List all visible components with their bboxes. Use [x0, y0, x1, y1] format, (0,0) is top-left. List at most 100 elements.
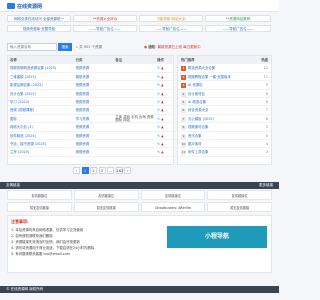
- row-name[interactable]: 图标: [8, 115, 76, 122]
- friend-link[interactable]: 暂无友情链接: [7, 202, 72, 212]
- sidebar-item[interactable]: 8 视频素材合集 5: [178, 123, 271, 132]
- row-name[interactable]: 影视后期合集 (2025): [8, 81, 76, 88]
- edit-icon[interactable]: ✎: [157, 92, 160, 96]
- table-row[interactable]: 音频 (视频课程) 视频资源 ✎ ▲: [8, 106, 173, 115]
- friend-link[interactable]: Ghostbusters: Afterlife: [140, 202, 206, 212]
- sidebar-item[interactable]: 7 办公模板 (2025) 6: [178, 115, 271, 124]
- sidebar-header: 热门推荐 热度: [178, 56, 271, 65]
- page-button[interactable]: …: [107, 167, 114, 174]
- row-name[interactable]: 学习 (2023): [8, 98, 76, 105]
- table-row[interactable]: 影视后期合集 (2025) 视频资源 ✎ ▲: [8, 81, 173, 90]
- table-row[interactable]: 视频剪辑精选资源合集 (2025) 视频资源 ✎ ▲: [8, 64, 173, 73]
- site-logo[interactable]: 在线资源网: [17, 3, 42, 10]
- page-button[interactable]: 2: [90, 167, 97, 174]
- table-row[interactable]: 网络大礼包 (1) 视频资源 ✎ ▲: [8, 123, 173, 132]
- banner-ad[interactable]: 小程导航: [167, 226, 267, 248]
- top-link-4[interactable]: **资源网站推荐: [205, 15, 271, 22]
- edit-icon[interactable]: ✎: [157, 142, 160, 146]
- row-category[interactable]: 视频资源: [76, 140, 116, 147]
- top-link-3[interactable]: 万能导航·网站大全: [139, 15, 203, 22]
- table-row[interactable]: 图标 学习资源 立体 游戏 手机 出海 资源 图标 网站 ✎ ▲: [8, 115, 173, 124]
- second-link-3[interactable]: ——导航广告位——: [139, 25, 203, 32]
- second-link-4[interactable]: ——导航广告位——: [205, 25, 271, 32]
- row-category[interactable]: 视频资源: [76, 132, 116, 139]
- sidebar-item-label[interactable]: 精选资源大全合集: [188, 66, 215, 70]
- sidebar-item[interactable]: 11 软件工具合集 3: [178, 148, 271, 157]
- friend-link[interactable]: 友情链接位: [140, 190, 206, 200]
- table-row[interactable]: 兰亭 (2025) 视频资源 ✎ ▲: [8, 148, 173, 157]
- row-desc: [115, 64, 157, 71]
- second-link-1[interactable]: 视频资源库·完整导航: [7, 25, 71, 32]
- friend-link[interactable]: 友情链接位: [7, 190, 72, 200]
- table-row[interactable]: 学习 (2023) 视频资源 ✎ ▲: [8, 98, 173, 107]
- row-category[interactable]: 视频资源: [76, 64, 116, 71]
- second-link-2[interactable]: ——导航广告位——: [73, 25, 137, 32]
- friend-link[interactable]: 暂无友情链接: [207, 202, 272, 212]
- row-desc: [115, 90, 157, 97]
- sidebar-item[interactable]: 2 视频教程合集 一套·完整版本 11: [178, 73, 271, 82]
- table-row[interactable]: 书法、楷书资源 (2025) 视频资源 ✎ ▲: [8, 140, 173, 149]
- row-name[interactable]: 书法、楷书资源 (2025): [8, 140, 76, 147]
- search-button[interactable]: 搜索: [58, 43, 72, 51]
- sidebar-item-label[interactable]: 音乐合集: [188, 134, 202, 138]
- sidebar-item-label[interactable]: 综合资源大全: [188, 108, 208, 112]
- row-category[interactable]: 视频资源: [76, 81, 116, 88]
- sidebar-item-label[interactable]: 设计素材包: [188, 92, 205, 96]
- edit-icon[interactable]: ✎: [157, 100, 160, 104]
- row-category[interactable]: 视频资源: [76, 148, 116, 155]
- edit-icon[interactable]: ✎: [157, 134, 160, 138]
- friend-link[interactable]: 友情链接位: [207, 190, 272, 200]
- sidebar-item-label[interactable]: 视频素材合集: [188, 125, 208, 129]
- top-link-2[interactable]: **资源大全综合: [73, 15, 137, 22]
- row-name[interactable]: 视频剪辑精选资源合集 (2025): [8, 64, 76, 71]
- page-button[interactable]: ‹: [73, 167, 80, 174]
- row-name[interactable]: 三维建模 (2023): [8, 73, 76, 80]
- table-row[interactable]: 三维建模 (2023) 模型资源 ✎ ▲: [8, 73, 173, 82]
- sidebar-item[interactable]: 4 设计素材包 8: [178, 90, 271, 98]
- page-button[interactable]: 3: [98, 167, 106, 174]
- sidebar-item-label[interactable]: AI 资源包: [188, 83, 203, 87]
- rank-badge: 6: [181, 108, 186, 114]
- sidebar-item[interactable]: 1 精选资源大全合集 12: [178, 64, 271, 73]
- sidebar-item-label[interactable]: AI 精选合集: [188, 100, 206, 104]
- logo-icon: [7, 3, 15, 9]
- edit-icon[interactable]: ✎: [157, 66, 160, 70]
- row-name[interactable]: 兰亭 (2025): [8, 148, 76, 155]
- sidebar-item-label[interactable]: 图片素材: [188, 142, 202, 146]
- row-category[interactable]: 视频资源: [76, 106, 116, 113]
- table-row[interactable]: 软件精选 (2025) 视频资源 ✎ ▲: [8, 132, 173, 140]
- edit-icon[interactable]: ✎: [157, 108, 160, 112]
- sidebar-item[interactable]: 9 音乐合集 5: [178, 132, 271, 140]
- top-link-1[interactable]: 网络全类在线访问 全部资源统一: [7, 15, 71, 22]
- sidebar-item-label[interactable]: 办公模板 (2025): [188, 117, 214, 121]
- row-name[interactable]: 网络大礼包 (1): [8, 123, 76, 130]
- row-category[interactable]: 模型资源: [76, 73, 116, 80]
- sidebar-item-label[interactable]: 视频教程合集 一套·完整版本: [188, 75, 231, 79]
- page-button[interactable]: 162: [115, 167, 123, 174]
- sidebar-item[interactable]: 6 综合资源大全 7: [178, 106, 271, 115]
- edit-icon[interactable]: ✎: [157, 117, 160, 121]
- table-row[interactable]: 设计合集 (2025) 视频资源 ✎ ▲: [8, 90, 173, 98]
- row-category[interactable]: 学习资源: [76, 115, 116, 122]
- sidebar-item[interactable]: 5 AI 精选合集 8: [178, 98, 271, 107]
- links-title: 友情链接: [6, 183, 20, 187]
- row-name[interactable]: 设计合集 (2025): [8, 90, 76, 97]
- page-button[interactable]: ›: [124, 167, 131, 174]
- row-category[interactable]: 视频资源: [76, 90, 116, 97]
- sidebar-item[interactable]: 10 图片素材 4: [178, 140, 271, 149]
- search-input[interactable]: [7, 43, 57, 51]
- page-button[interactable]: 1: [81, 167, 89, 174]
- row-category[interactable]: 视频资源: [76, 98, 116, 105]
- links-more[interactable]: 更多链接: [259, 182, 273, 189]
- edit-icon[interactable]: ✎: [157, 125, 160, 129]
- sidebar-item[interactable]: 3 AI 资源包 9: [178, 81, 271, 90]
- edit-icon[interactable]: ✎: [157, 83, 160, 87]
- row-category[interactable]: 视频资源: [76, 123, 116, 130]
- sidebar-item-label[interactable]: 软件工具合集: [188, 150, 208, 154]
- edit-icon[interactable]: ✎: [157, 75, 160, 79]
- row-name[interactable]: 软件精选 (2025): [8, 132, 76, 139]
- row-name[interactable]: 音频 (视频课程): [8, 106, 76, 113]
- friend-link[interactable]: 暂无友情链接: [73, 202, 139, 212]
- friend-link[interactable]: 友情链接位: [73, 190, 139, 200]
- edit-icon[interactable]: ✎: [157, 150, 160, 154]
